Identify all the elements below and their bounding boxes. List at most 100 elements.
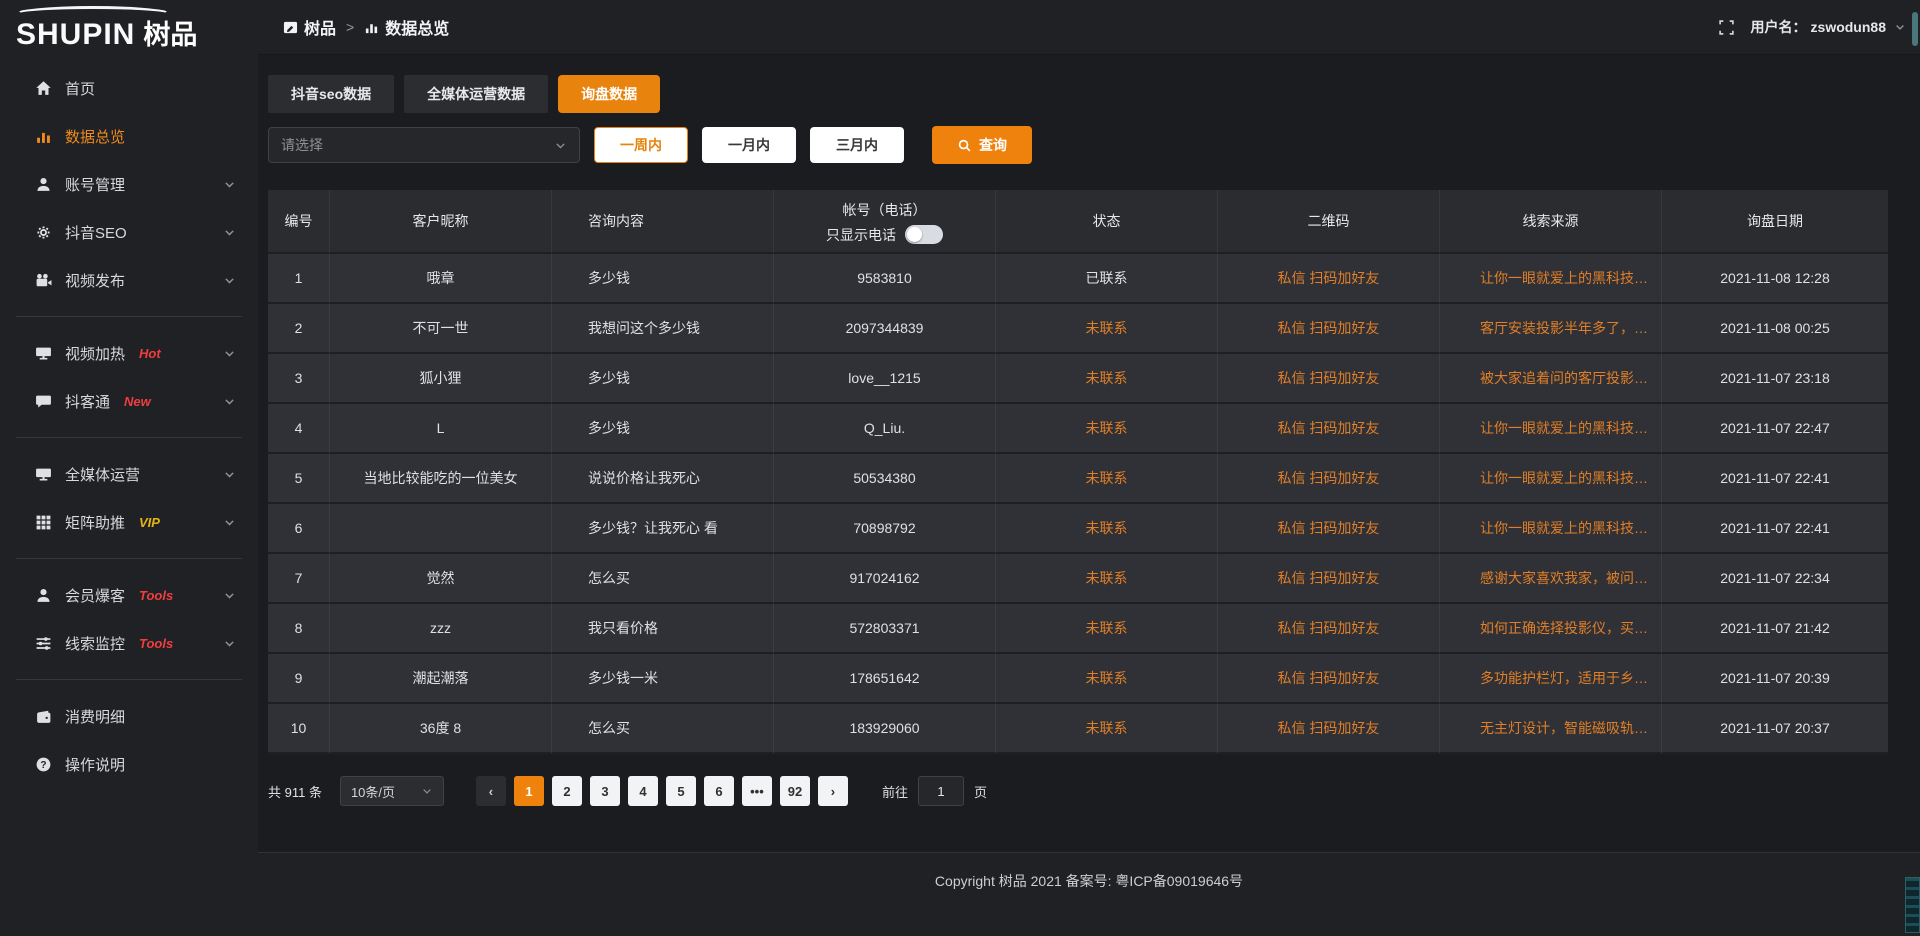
sidebar-item-label: 抖客通 — [65, 391, 110, 412]
sidebar-item-omnimedia-operation[interactable]: 全媒体运营 — [0, 450, 258, 498]
cell-content: 怎么买 — [552, 554, 774, 604]
cell-qr-links[interactable]: 私信 扫码加好友 — [1218, 454, 1440, 504]
sidebar-item-label: 视频加热 — [65, 343, 125, 364]
cell-nickname: L — [330, 404, 552, 454]
cell-source-link[interactable]: 感谢大家喜欢我家，被问了好... — [1440, 554, 1662, 604]
cell-qr-links[interactable]: 私信 扫码加好友 — [1218, 504, 1440, 554]
fullscreen-icon[interactable] — [1718, 19, 1735, 36]
cell-content: 多少钱 — [552, 354, 774, 404]
cell-qr-links[interactable]: 私信 扫码加好友 — [1218, 354, 1440, 404]
sidebar-item-matrix-boost[interactable]: 矩阵助推VIP — [0, 498, 258, 546]
cell-qr-links[interactable]: 私信 扫码加好友 — [1218, 654, 1440, 704]
user-menu[interactable]: 用户名： zswodun88 — [1751, 17, 1906, 37]
tab-douyin-seo-data[interactable]: 抖音seo数据 — [268, 75, 394, 113]
breadcrumb-item-home[interactable]: 树品 — [283, 15, 336, 39]
sidebar-item-doukaotong[interactable]: 抖客通New — [0, 377, 258, 425]
cell-source-link[interactable]: 客厅安装投影半年多了，真实... — [1440, 304, 1662, 354]
status-badge: 未联系 — [996, 654, 1218, 704]
cell-source-link[interactable]: 无主灯设计，智能磁吸轨道灯... — [1440, 704, 1662, 754]
chevron-down-icon — [223, 226, 236, 239]
cell-date: 2021-11-07 22:41 — [1662, 454, 1888, 504]
cell-source-link[interactable]: 让你一眼就爱上的黑科技，能... — [1440, 504, 1662, 554]
goto-page-input[interactable] — [918, 776, 964, 806]
page-size-select[interactable]: 10条/页 — [340, 776, 444, 806]
sidebar-item-douyin-seo[interactable]: 抖音SEO — [0, 208, 258, 256]
filter-bar: 请选择 一周内 一月内 三月内 查询 — [268, 126, 1888, 164]
page-button-1[interactable]: 1 — [514, 776, 544, 806]
page-button-3[interactable]: 3 — [590, 776, 620, 806]
phone-only-toggle[interactable] — [905, 225, 943, 244]
cell-qr-links[interactable]: 私信 扫码加好友 — [1218, 404, 1440, 454]
sidebar-item-home[interactable]: 首页 — [0, 64, 258, 112]
cell-date: 2021-11-07 23:18 — [1662, 354, 1888, 404]
cell-date: 2021-11-07 20:37 — [1662, 704, 1888, 754]
header-index: 编号 — [268, 190, 330, 254]
sidebar-item-member-burst[interactable]: 会员爆客Tools — [0, 571, 258, 619]
sidebar-item-operation-guide[interactable]: ? 操作说明 — [0, 740, 258, 788]
page-button-4[interactable]: 4 — [628, 776, 658, 806]
sidebar-item-data-overview[interactable]: 数据总览 — [0, 112, 258, 160]
cell-source-link[interactable]: 被大家追着问的客厅投影分享... — [1440, 354, 1662, 404]
cell-index: 5 — [268, 454, 330, 504]
tab-inquiry-data[interactable]: 询盘数据 — [558, 75, 660, 113]
cell-index: 7 — [268, 554, 330, 604]
cell-nickname: 当地比较能吃的一位美女 — [330, 454, 552, 504]
goto-page: 前往 页 — [882, 776, 987, 806]
page-button-2[interactable]: 2 — [552, 776, 582, 806]
cell-date: 2021-11-08 12:28 — [1662, 254, 1888, 304]
header-status: 状态 — [996, 190, 1218, 254]
sidebar: SHUPIN 树品 首页数据总览账号管理抖音SEO视频发布视频加热Hot抖客通N… — [0, 0, 258, 936]
tab-omnimedia-data[interactable]: 全媒体运营数据 — [404, 75, 548, 113]
cell-qr-links[interactable]: 私信 扫码加好友 — [1218, 304, 1440, 354]
logo-arc-decoration — [14, 6, 172, 22]
scrollbar-thumb[interactable] — [1912, 12, 1918, 46]
sidebar-item-label: 消费明细 — [65, 706, 125, 727]
page-button-5[interactable]: 5 — [666, 776, 696, 806]
cell-date: 2021-11-07 21:42 — [1662, 604, 1888, 654]
period-button-week[interactable]: 一周内 — [594, 127, 688, 163]
ellipsis-page-button[interactable]: ••• — [742, 776, 772, 806]
logo[interactable]: SHUPIN 树品 — [0, 0, 258, 64]
inquiry-table-wrap: 编号 客户昵称 咨询内容 帐号（电话） 只显示电话 状态 — [268, 190, 1888, 754]
footer: Copyright 树品 2021 备案号: 粤ICP备09019646号 — [258, 852, 1920, 936]
cell-qr-links[interactable]: 私信 扫码加好友 — [1218, 254, 1440, 304]
cell-index: 4 — [268, 404, 330, 454]
period-button-month[interactable]: 一月内 — [702, 127, 796, 163]
sidebar-item-label: 全媒体运营 — [65, 464, 140, 485]
breadcrumb-item-data-overview[interactable]: 数据总览 — [364, 15, 449, 39]
pagination-bar: 共 911 条 10条/页 ‹ 123456 ••• 92 › 前往 页 — [268, 776, 1888, 806]
page-button-92[interactable]: 92 — [780, 776, 810, 806]
chevron-down-icon — [223, 516, 236, 529]
header-account-label: 帐号（电话） — [774, 200, 995, 220]
period-button-quarter[interactable]: 三月内 — [810, 127, 904, 163]
cell-qr-links[interactable]: 私信 扫码加好友 — [1218, 704, 1440, 754]
prev-page-button[interactable]: ‹ — [476, 776, 506, 806]
cell-source-link[interactable]: 如何正确选择投影仪，买投影... — [1440, 604, 1662, 654]
page-button-6[interactable]: 6 — [704, 776, 734, 806]
header-content: 咨询内容 — [552, 190, 774, 254]
username-value: zswodun88 — [1811, 19, 1886, 35]
status-badge: 未联系 — [996, 504, 1218, 554]
cell-source-link[interactable]: 让你一眼就爱上的黑科技，能... — [1440, 454, 1662, 504]
next-page-button[interactable]: › — [818, 776, 848, 806]
sidebar-item-label: 操作说明 — [65, 754, 125, 775]
sidebar-item-video-heating[interactable]: 视频加热Hot — [0, 329, 258, 377]
sidebar-item-video-publish[interactable]: 视频发布 — [0, 256, 258, 304]
topbar: 树品 > 数据总览 用户名： zswodun88 — [258, 0, 1920, 55]
question-icon: ? — [34, 755, 52, 773]
sidebar-item-lead-monitor[interactable]: 线索监控Tools — [0, 619, 258, 667]
sidebar-item-spending-details[interactable]: 消费明细 — [0, 692, 258, 740]
total-count: 共 911 条 — [268, 782, 322, 801]
cell-qr-links[interactable]: 私信 扫码加好友 — [1218, 604, 1440, 654]
account-select[interactable]: 请选择 — [268, 127, 580, 163]
search-button[interactable]: 查询 — [932, 126, 1032, 164]
cell-source-link[interactable]: 多功能护栏灯，适用于乡村文... — [1440, 654, 1662, 704]
cell-source-link[interactable]: 让你一眼就爱上的黑科技，能... — [1440, 404, 1662, 454]
cell-source-link[interactable]: 让你一眼就爱上的黑科技，能... — [1440, 254, 1662, 304]
sidebar-item-account-management[interactable]: 账号管理 — [0, 160, 258, 208]
cell-content: 多少钱一米 — [552, 654, 774, 704]
floating-widget-partial[interactable] — [1905, 877, 1920, 933]
cell-qr-links[interactable]: 私信 扫码加好友 — [1218, 554, 1440, 604]
copyright-text: Copyright 树品 2021 备案号: 粤ICP备09019646号 — [935, 871, 1243, 891]
cell-content: 我只看价格 — [552, 604, 774, 654]
